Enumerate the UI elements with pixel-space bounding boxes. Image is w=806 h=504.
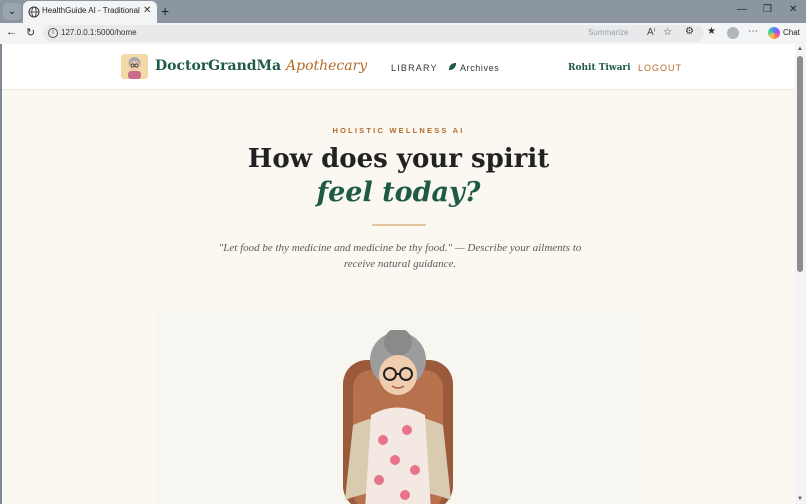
- hero-quote-line2: receive natural guidance.: [343, 258, 457, 270]
- browser-toolbar: ← ↻ i 127.0.0.1:5000/home Summarize Aⁱ ☆…: [0, 23, 806, 44]
- info-icon[interactable]: i: [48, 28, 58, 38]
- leaf-icon: [448, 62, 457, 71]
- chat-button[interactable]: Chat: [783, 28, 800, 37]
- user-name: Rohit Tiwari: [568, 63, 631, 73]
- browser-tab[interactable]: HealthGuide AI - Traditional Apoth ✕: [23, 1, 157, 23]
- brand-name[interactable]: DoctorGrandMa Apothecary: [155, 58, 367, 74]
- tab-actions-menu-button[interactable]: ⌄: [3, 3, 21, 20]
- window-close-icon[interactable]: ✕: [789, 4, 797, 15]
- summarize-button[interactable]: Summarize: [588, 28, 628, 37]
- puzzle-icon[interactable]: ⚙: [685, 26, 694, 37]
- web-page: DoctorGrandMa Apothecary LIBRARY Archive…: [2, 44, 795, 504]
- scroll-thumb[interactable]: [797, 56, 803, 272]
- url-text[interactable]: 127.0.0.1:5000/home: [61, 28, 137, 37]
- favorites-icon[interactable]: ★: [707, 26, 716, 37]
- scroll-up-icon[interactable]: ▲: [797, 46, 803, 52]
- hero-quote: "Let food be thy medicine and medicine b…: [208, 240, 592, 272]
- copilot-icon[interactable]: [768, 27, 780, 39]
- page-scrollbar[interactable]: ▲ ▼: [795, 44, 806, 504]
- minimize-icon[interactable]: —: [737, 4, 747, 15]
- brand-accent: Apothecary: [286, 58, 368, 74]
- globe-icon: [28, 6, 40, 18]
- reload-icon[interactable]: ↻: [26, 26, 35, 39]
- profile-icon[interactable]: [727, 27, 739, 39]
- nav-library-link[interactable]: LIBRARY: [391, 63, 438, 73]
- hero-title-line1: How does your spirit: [247, 144, 550, 174]
- hero-quote-line1: "Let food be thy medicine and medicine b…: [218, 242, 582, 254]
- restore-icon[interactable]: ❐: [763, 4, 772, 15]
- logout-button[interactable]: LOGOUT: [638, 63, 682, 73]
- scroll-down-icon[interactable]: ▼: [797, 496, 803, 502]
- hero-divider: [372, 224, 426, 226]
- nav-archives-link[interactable]: Archives: [460, 63, 499, 73]
- grandma-illustration-card: [157, 310, 641, 504]
- arrow-left-icon[interactable]: ←: [6, 26, 17, 38]
- read-aloud-icon[interactable]: Aⁱ: [647, 27, 655, 38]
- more-icon[interactable]: ⋯: [748, 26, 758, 37]
- plus-icon[interactable]: +: [161, 3, 169, 19]
- close-icon[interactable]: ✕: [143, 5, 151, 16]
- grandma-illustration: [343, 330, 453, 504]
- tab-title: HealthGuide AI - Traditional Apoth: [42, 6, 140, 15]
- hero-title-line2: feel today?: [316, 177, 481, 208]
- hero-eyebrow: HOLISTIC WELLNESS AI: [332, 126, 465, 135]
- grandma-logo-icon[interactable]: [121, 54, 148, 79]
- brand-main: DoctorGrandMa: [155, 58, 282, 74]
- browser-tab-bar: ⌄ HealthGuide AI - Traditional Apoth ✕ +…: [0, 0, 806, 23]
- site-header: DoctorGrandMa Apothecary LIBRARY Archive…: [2, 44, 795, 90]
- star-icon[interactable]: ☆: [663, 27, 672, 38]
- address-bar[interactable]: i 127.0.0.1:5000/home Summarize Aⁱ ☆: [43, 25, 704, 42]
